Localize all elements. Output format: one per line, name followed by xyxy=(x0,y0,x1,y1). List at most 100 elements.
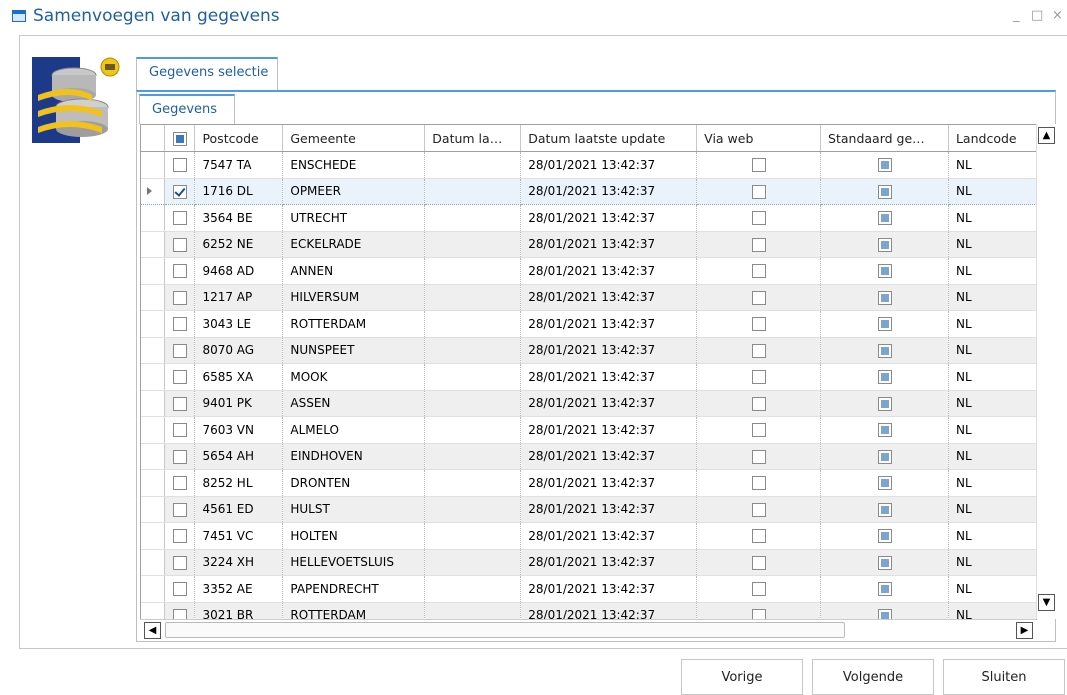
row-select-cell[interactable] xyxy=(164,549,196,576)
datum-laatste-update-cell[interactable]: 28/01/2021 13:42:37 xyxy=(520,390,698,417)
postcode-cell[interactable]: 3043 LE xyxy=(194,310,284,338)
gemeente-cell[interactable]: DRONTEN xyxy=(282,469,426,497)
row-select-checkbox[interactable] xyxy=(172,290,187,305)
column-header-postcode[interactable]: Postcode xyxy=(194,125,284,152)
postcode-cell[interactable]: 7451 VC xyxy=(194,522,284,550)
row-select-cell[interactable] xyxy=(164,416,196,444)
standaard-checkbox[interactable] xyxy=(877,502,892,517)
standaard-cell[interactable] xyxy=(820,443,949,470)
select-all-checkbox[interactable] xyxy=(172,131,187,146)
datum-cell[interactable] xyxy=(424,310,522,338)
via-web-cell[interactable] xyxy=(696,549,822,576)
scroll-up-icon[interactable]: ▲ xyxy=(1038,127,1055,144)
standaard-cell[interactable] xyxy=(820,257,949,285)
datum-cell[interactable] xyxy=(424,469,522,497)
via-web-checkbox[interactable] xyxy=(751,370,766,384)
landcode-cell[interactable]: NL xyxy=(948,416,1037,444)
tab-gegevens-selectie[interactable]: Gegevens selectie xyxy=(136,57,278,91)
row-select-checkbox[interactable] xyxy=(172,582,187,596)
horizontal-scroll-thumb[interactable] xyxy=(165,622,845,638)
postcode-cell[interactable]: 6252 NE xyxy=(194,231,284,258)
via-web-checkbox[interactable] xyxy=(751,582,766,596)
row-select-cell[interactable] xyxy=(164,522,196,550)
standaard-checkbox[interactable] xyxy=(877,237,892,252)
via-web-cell[interactable] xyxy=(696,575,822,603)
table-row[interactable]: 8252 HL DRONTEN 28/01/2021 13:42:37 NL xyxy=(141,469,1037,497)
postcode-cell[interactable]: 7603 VN xyxy=(194,416,284,444)
row-select-cell[interactable] xyxy=(164,390,196,417)
row-indicator[interactable] xyxy=(141,337,166,364)
standaard-cell[interactable] xyxy=(820,363,949,391)
row-indicator[interactable] xyxy=(141,177,166,205)
scroll-left-icon[interactable]: ◀ xyxy=(144,622,161,639)
via-web-cell[interactable] xyxy=(696,522,822,550)
table-row[interactable]: 9468 AD ANNEN 28/01/2021 13:42:37 NL xyxy=(141,257,1037,285)
datum-cell[interactable] xyxy=(424,363,522,391)
standaard-cell[interactable] xyxy=(820,549,949,576)
standaard-cell[interactable] xyxy=(820,602,949,620)
standaard-checkbox[interactable] xyxy=(877,317,892,331)
table-row[interactable]: 7603 VN ALMELO 28/01/2021 13:42:37 NL xyxy=(141,416,1037,444)
datum-cell[interactable] xyxy=(424,443,522,470)
row-select-checkbox[interactable] xyxy=(172,476,187,490)
row-select-cell[interactable] xyxy=(164,363,196,391)
postcode-cell[interactable]: 8070 AG xyxy=(194,337,284,364)
standaard-checkbox[interactable] xyxy=(877,396,892,411)
datum-laatste-update-cell[interactable]: 28/01/2021 13:42:37 xyxy=(520,204,698,232)
row-indicator[interactable] xyxy=(141,231,166,258)
close-window-button[interactable]: × xyxy=(1052,8,1063,23)
via-web-checkbox[interactable] xyxy=(751,529,766,543)
landcode-cell[interactable]: NL xyxy=(948,231,1037,258)
row-select-cell[interactable] xyxy=(164,602,196,620)
gemeente-cell[interactable]: ALMELO xyxy=(282,416,426,444)
via-web-cell[interactable] xyxy=(696,257,822,285)
table-row[interactable]: 7547 TA ENSCHEDE 28/01/2021 13:42:37 NL xyxy=(141,151,1037,179)
standaard-checkbox[interactable] xyxy=(877,343,892,358)
gemeente-cell[interactable]: NUNSPEET xyxy=(282,337,426,364)
row-indicator[interactable] xyxy=(141,469,166,497)
minimize-button[interactable]: _ xyxy=(1013,8,1020,23)
via-web-checkbox[interactable] xyxy=(751,502,766,517)
via-web-cell[interactable] xyxy=(696,469,822,497)
vertical-scrollbar[interactable]: ▲ ▼ xyxy=(1036,124,1057,619)
gemeente-cell[interactable]: HULST xyxy=(282,496,426,523)
column-header-via-web[interactable]: Via web xyxy=(696,125,822,152)
landcode-cell[interactable]: NL xyxy=(948,204,1037,232)
standaard-cell[interactable] xyxy=(820,310,949,338)
row-indicator[interactable] xyxy=(141,602,166,620)
datum-cell[interactable] xyxy=(424,337,522,364)
landcode-cell[interactable]: NL xyxy=(948,390,1037,417)
via-web-cell[interactable] xyxy=(696,284,822,311)
datum-cell[interactable] xyxy=(424,151,522,179)
scroll-down-icon[interactable]: ▼ xyxy=(1038,594,1055,611)
datum-cell[interactable] xyxy=(424,522,522,550)
datum-cell[interactable] xyxy=(424,549,522,576)
standaard-cell[interactable] xyxy=(820,231,949,258)
datum-cell[interactable] xyxy=(424,496,522,523)
gemeente-cell[interactable]: ECKELRADE xyxy=(282,231,426,258)
row-indicator[interactable] xyxy=(141,363,166,391)
column-header-gemeente[interactable]: Gemeente xyxy=(282,125,426,152)
landcode-cell[interactable]: NL xyxy=(948,522,1037,550)
via-web-cell[interactable] xyxy=(696,496,822,523)
via-web-cell[interactable] xyxy=(696,310,822,338)
via-web-cell[interactable] xyxy=(696,151,822,179)
landcode-cell[interactable]: NL xyxy=(948,151,1037,179)
postcode-cell[interactable]: 3564 BE xyxy=(194,204,284,232)
table-row[interactable]: 7451 VC HOLTEN 28/01/2021 13:42:37 NL xyxy=(141,522,1037,550)
row-select-checkbox[interactable] xyxy=(172,555,187,570)
postcode-cell[interactable]: 6585 XA xyxy=(194,363,284,391)
standaard-cell[interactable] xyxy=(820,177,949,205)
standaard-cell[interactable] xyxy=(820,496,949,523)
postcode-cell[interactable]: 5654 AH xyxy=(194,443,284,470)
table-row[interactable]: 9401 PK ASSEN 28/01/2021 13:42:37 NL xyxy=(141,390,1037,417)
standaard-checkbox[interactable] xyxy=(877,158,892,172)
landcode-cell[interactable]: NL xyxy=(948,575,1037,603)
datum-laatste-update-cell[interactable]: 28/01/2021 13:42:37 xyxy=(520,496,698,523)
standaard-cell[interactable] xyxy=(820,284,949,311)
gemeente-cell[interactable]: ENSCHEDE xyxy=(282,151,426,179)
gemeente-cell[interactable]: OPMEER xyxy=(282,177,426,205)
table-row[interactable]: 5654 AH EINDHOVEN 28/01/2021 13:42:37 NL xyxy=(141,443,1037,470)
gemeente-cell[interactable]: EINDHOVEN xyxy=(282,443,426,470)
via-web-checkbox[interactable] xyxy=(751,423,766,437)
